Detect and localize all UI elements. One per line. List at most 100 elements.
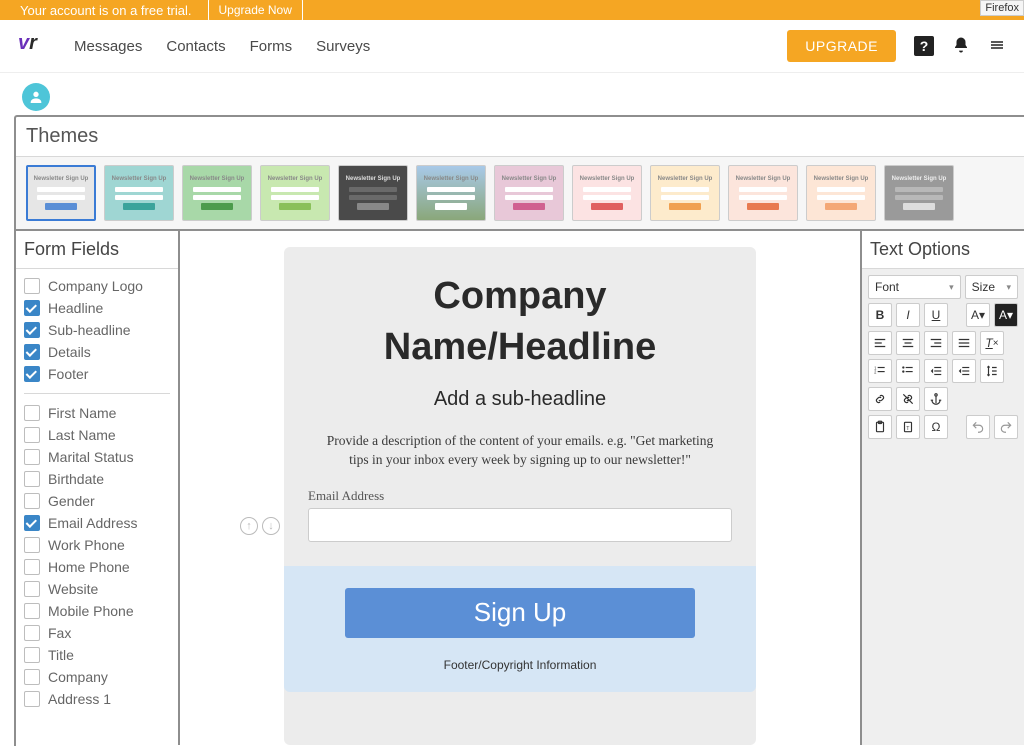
checkbox[interactable] (24, 278, 40, 294)
bold-button[interactable]: B (868, 303, 892, 327)
size-select[interactable]: Size (965, 275, 1018, 299)
link-button[interactable] (868, 387, 892, 411)
theme-thumb-12[interactable]: Newsletter Sign Up (884, 165, 954, 221)
field-item[interactable]: Company (24, 666, 170, 688)
paste-button[interactable] (868, 415, 892, 439)
checkbox[interactable] (24, 471, 40, 487)
field-item[interactable]: Email Address (24, 512, 170, 534)
theme-thumb-8[interactable]: Newsletter Sign Up (572, 165, 642, 221)
field-item[interactable]: Details (24, 341, 170, 363)
move-down-handle[interactable]: ↓ (262, 517, 280, 535)
undo-button[interactable] (966, 415, 990, 439)
field-item[interactable]: First Name (24, 402, 170, 424)
nav-contacts[interactable]: Contacts (166, 38, 225, 55)
unordered-list-button[interactable] (896, 359, 920, 383)
nav-messages[interactable]: Messages (74, 38, 142, 55)
checkbox[interactable] (24, 449, 40, 465)
field-item[interactable]: Footer (24, 363, 170, 385)
checkbox[interactable] (24, 427, 40, 443)
field-item[interactable]: Marital Status (24, 446, 170, 468)
theme-thumb-1[interactable]: Newsletter Sign Up (26, 165, 96, 221)
checkbox[interactable] (24, 669, 40, 685)
checkbox[interactable] (24, 581, 40, 597)
help-icon[interactable]: ? (914, 36, 934, 56)
checkbox[interactable] (24, 515, 40, 531)
theme-thumb-6[interactable]: Newsletter Sign Up (416, 165, 486, 221)
checkbox[interactable] (24, 691, 40, 707)
preview-headline[interactable]: Company Name/Headline (308, 271, 732, 374)
ordered-list-button[interactable]: 12 (868, 359, 892, 383)
clear-format-button[interactable]: T× (980, 331, 1004, 355)
checkbox[interactable] (24, 300, 40, 316)
upgrade-now-button[interactable]: Upgrade Now (208, 0, 303, 20)
outdent-button[interactable] (924, 359, 948, 383)
preview-subheadline[interactable]: Add a sub-headline (308, 388, 732, 411)
theme-thumb-9[interactable]: Newsletter Sign Up (650, 165, 720, 221)
field-label: Company (48, 669, 108, 685)
text-color-button[interactable]: A▾ (966, 303, 990, 327)
paste-text-button[interactable]: T (896, 415, 920, 439)
align-right-button[interactable] (924, 331, 948, 355)
theme-thumb-5[interactable]: Newsletter Sign Up (338, 165, 408, 221)
settings-icon[interactable] (988, 36, 1006, 57)
field-item[interactable]: Company Logo (24, 275, 170, 297)
italic-button[interactable]: I (896, 303, 920, 327)
checkbox[interactable] (24, 537, 40, 553)
font-select[interactable]: Font (868, 275, 961, 299)
align-justify-button[interactable] (952, 331, 976, 355)
nav-surveys[interactable]: Surveys (316, 38, 370, 55)
field-item[interactable]: Fax (24, 622, 170, 644)
field-item[interactable]: Website (24, 578, 170, 600)
field-item[interactable]: Headline (24, 297, 170, 319)
field-item[interactable]: Address 1 (24, 688, 170, 710)
field-label: Headline (48, 300, 103, 316)
theme-thumb-7[interactable]: Newsletter Sign Up (494, 165, 564, 221)
preview-details[interactable]: Provide a description of the content of … (316, 431, 724, 470)
form-preview[interactable]: ↑ ↓ Company Name/Headline Add a sub-head… (284, 247, 756, 745)
redo-button[interactable] (994, 415, 1018, 439)
special-char-button[interactable]: Ω (924, 415, 948, 439)
theme-thumb-11[interactable]: Newsletter Sign Up (806, 165, 876, 221)
field-item[interactable]: Mobile Phone (24, 600, 170, 622)
underline-button[interactable]: U (924, 303, 948, 327)
indent-button[interactable] (952, 359, 976, 383)
checkbox[interactable] (24, 647, 40, 663)
line-height-button[interactable] (980, 359, 1004, 383)
field-item[interactable]: Title (24, 644, 170, 666)
field-item[interactable]: Work Phone (24, 534, 170, 556)
field-item[interactable]: Gender (24, 490, 170, 512)
field-item[interactable]: Last Name (24, 424, 170, 446)
align-center-button[interactable] (896, 331, 920, 355)
theme-thumb-2[interactable]: Newsletter Sign Up (104, 165, 174, 221)
checkbox[interactable] (24, 366, 40, 382)
preview-email-input[interactable] (308, 508, 732, 542)
theme-thumb-4[interactable]: Newsletter Sign Up (260, 165, 330, 221)
checkbox[interactable] (24, 405, 40, 421)
field-item[interactable]: Sub-headline (24, 319, 170, 341)
notifications-icon[interactable] (952, 36, 970, 57)
preview-signup-button[interactable]: Sign Up (345, 588, 695, 638)
nav-forms[interactable]: Forms (250, 38, 293, 55)
checkbox[interactable] (24, 603, 40, 619)
field-item[interactable]: Birthdate (24, 468, 170, 490)
move-up-handle[interactable]: ↑ (240, 517, 258, 535)
anchor-button[interactable] (924, 387, 948, 411)
avatar[interactable] (22, 83, 50, 111)
checkbox[interactable] (24, 344, 40, 360)
theme-thumb-10[interactable]: Newsletter Sign Up (728, 165, 798, 221)
field-item[interactable]: Home Phone (24, 556, 170, 578)
field-label: Marital Status (48, 449, 134, 465)
align-left-button[interactable] (868, 331, 892, 355)
checkbox[interactable] (24, 322, 40, 338)
unlink-button[interactable] (896, 387, 920, 411)
preview-footer-text[interactable]: Footer/Copyright Information (308, 658, 732, 672)
field-label: Work Phone (48, 537, 125, 553)
theme-thumb-3[interactable]: Newsletter Sign Up (182, 165, 252, 221)
upgrade-button[interactable]: UPGRADE (787, 30, 896, 62)
bg-color-button[interactable]: A▾ (994, 303, 1018, 327)
checkbox[interactable] (24, 559, 40, 575)
logo[interactable]: vr (18, 32, 46, 60)
preview-canvas: ↑ ↓ Company Name/Headline Add a sub-head… (180, 231, 860, 745)
checkbox[interactable] (24, 625, 40, 641)
checkbox[interactable] (24, 493, 40, 509)
